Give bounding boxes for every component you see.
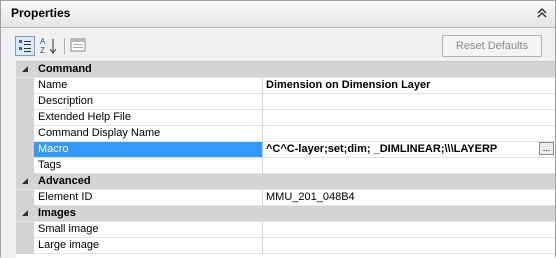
collapse-triangle-icon[interactable] [21, 177, 29, 185]
macro-edit-button[interactable]: ... [539, 142, 554, 155]
row-gutter [16, 94, 34, 110]
category-advanced[interactable]: Advanced [16, 174, 555, 190]
property-pages-button[interactable] [69, 36, 89, 56]
column-divider [262, 110, 263, 126]
categorized-icon [19, 40, 31, 52]
property-name: Extended Help File [38, 111, 131, 123]
grid-left-margin [1, 61, 16, 257]
column-divider [262, 142, 263, 158]
property-pages-icon [70, 38, 86, 52]
row-gutter [16, 158, 34, 174]
properties-panel: Properties A Z Reset Defaults Command Na… [0, 0, 556, 258]
collapse-triangle-icon[interactable] [21, 65, 29, 73]
property-row-element-id[interactable]: Element ID MMU_201_048B4 [16, 190, 555, 206]
property-grid: Command Name Dimension on Dimension Laye… [16, 61, 555, 258]
row-gutter [16, 126, 34, 142]
property-value: MMU_201_048B4 [266, 191, 355, 203]
property-value[interactable]: Dimension on Dimension Layer [266, 79, 430, 91]
property-row-large-image[interactable]: Large image [16, 238, 555, 254]
collapse-triangle-icon[interactable] [21, 209, 29, 217]
svg-text:A: A [40, 37, 46, 46]
row-gutter [16, 142, 34, 158]
column-divider [262, 158, 263, 174]
property-name: Element ID [38, 191, 93, 203]
property-row-extended-help-file[interactable]: Extended Help File [16, 110, 555, 126]
panel-title: Properties [11, 6, 71, 20]
property-row-small-image[interactable]: Small image [16, 222, 555, 238]
property-name: Tags [38, 159, 62, 171]
row-gutter [16, 222, 34, 238]
column-divider [262, 238, 263, 254]
property-name: Macro [38, 143, 69, 155]
property-row-tags[interactable]: Tags [16, 158, 555, 174]
column-divider [262, 78, 263, 94]
property-name: Name [38, 79, 68, 91]
double-chevron-up-icon[interactable] [535, 6, 549, 20]
category-label: Advanced [38, 175, 91, 187]
property-row-name[interactable]: Name Dimension on Dimension Layer [16, 78, 555, 94]
column-divider [262, 126, 263, 142]
column-divider [262, 94, 263, 110]
property-row-description[interactable]: Description [16, 94, 555, 110]
property-name: Large image [38, 239, 100, 251]
row-gutter [16, 110, 34, 126]
title-bar: Properties [1, 1, 555, 28]
property-value[interactable]: ^C^C-layer;set;dim; _DIMLINEAR;\\\LAYERP [266, 143, 497, 155]
row-gutter [16, 190, 34, 206]
row-gutter [16, 238, 34, 254]
reset-defaults-button[interactable]: Reset Defaults [442, 35, 542, 57]
property-name: Command Display Name [38, 127, 161, 139]
toolbar-separator [64, 38, 65, 54]
property-name: Description [38, 95, 94, 107]
column-divider [262, 222, 263, 238]
column-divider [262, 190, 263, 206]
property-row-command-display-name[interactable]: Command Display Name [16, 126, 555, 142]
property-row-macro[interactable]: Macro ^C^C-layer;set;dim; _DIMLINEAR;\\\… [16, 142, 555, 158]
toolbar: A Z Reset Defaults [1, 28, 555, 60]
category-images[interactable]: Images [16, 206, 555, 222]
sort-az-icon: A Z [40, 37, 57, 55]
category-command[interactable]: Command [16, 62, 555, 78]
categorized-button[interactable] [15, 36, 35, 56]
category-label: Images [38, 207, 76, 219]
category-label: Command [38, 63, 92, 75]
row-gutter [16, 78, 34, 94]
alphabetical-button[interactable]: A Z [39, 36, 59, 56]
svg-text:Z: Z [40, 46, 45, 55]
property-name: Small image [38, 223, 99, 235]
